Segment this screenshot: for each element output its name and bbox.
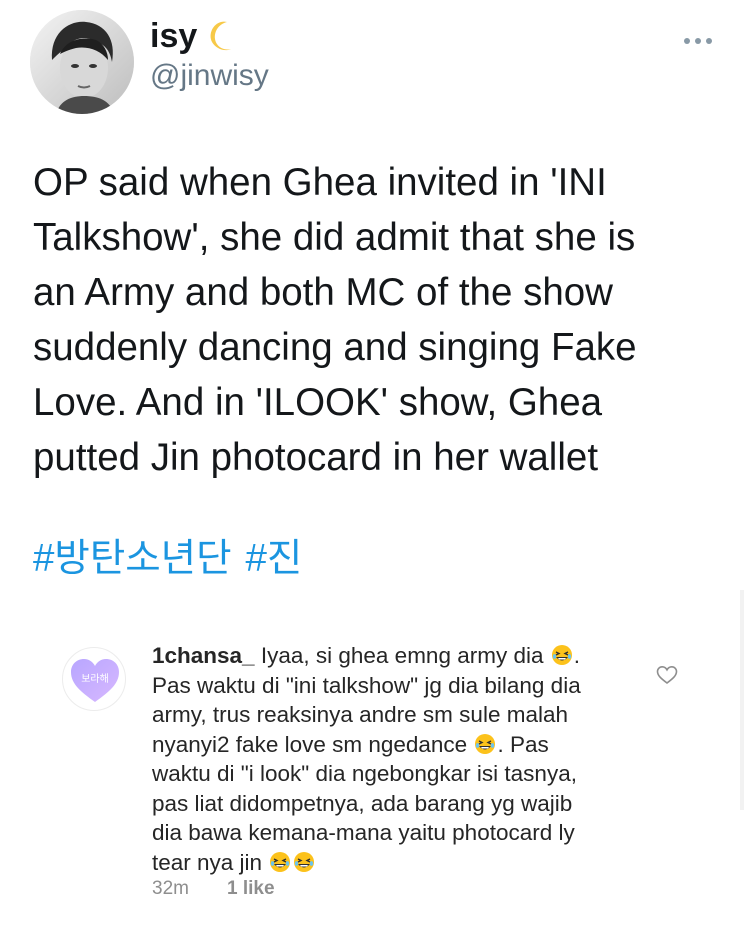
crescent-moon-icon bbox=[210, 21, 232, 51]
more-dots-icon[interactable] bbox=[682, 36, 714, 46]
comment-line-text: Iyaa, si ghea emng army dia bbox=[260, 643, 544, 668]
tweet-text: OP said when Ghea invited in 'INI Talksh… bbox=[33, 155, 723, 485]
laughing-emoji-icon bbox=[269, 851, 291, 873]
author-handle[interactable]: @jinwisy bbox=[150, 58, 269, 94]
commenter-avatar[interactable]: 보라해 bbox=[62, 647, 126, 711]
author-name-row: isy bbox=[150, 16, 241, 56]
comment-username[interactable]: 1chansa_ bbox=[152, 643, 255, 668]
heart-outline-icon[interactable] bbox=[656, 665, 678, 685]
comment-line: Pas waktu di "ini talkshow" jg dia bilan… bbox=[152, 672, 581, 698]
comment-line: army, trus reaksinya andre sm sule malah bbox=[152, 702, 568, 727]
comment-line: 1chansa_ Iyaa, si ghea emng army dia . bbox=[152, 641, 652, 671]
tweet-text-line: suddenly dancing and singing Fake bbox=[33, 326, 637, 369]
tweet-text-line: an Army and both MC of the show bbox=[33, 271, 613, 314]
tweet-text-line: putted Jin photocard in her wallet bbox=[33, 436, 599, 479]
laughing-emoji-icon bbox=[293, 851, 315, 873]
comment-text: 1chansa_ Iyaa, si ghea emng army dia . P… bbox=[152, 641, 652, 877]
tweet-text-line: Love. And in 'ILOOK' show, Ghea bbox=[33, 381, 603, 424]
comment-line: tear nya jin bbox=[152, 848, 652, 878]
comment-line: dia bawa kemana-mana yaitu photocard ly bbox=[152, 820, 575, 845]
profile-avatar[interactable] bbox=[30, 10, 134, 114]
comment-line: waktu di "i look" dia ngebongkar isi tas… bbox=[152, 761, 577, 786]
comment-line-text: tear nya jin bbox=[152, 849, 263, 875]
avatar-photo bbox=[30, 10, 134, 114]
laughing-emoji-icon bbox=[551, 644, 573, 666]
hashtag-row: #방탄소년단 #진 bbox=[33, 535, 302, 583]
hashtag-jin[interactable]: #진 bbox=[246, 535, 303, 583]
avatar-caption: 보라해 bbox=[81, 674, 109, 685]
comment-line: nyanyi2 fake love sm ngedance . Pas bbox=[152, 730, 652, 760]
comment-line: pas liat didompetnya, ada barang yg waji… bbox=[152, 790, 573, 816]
comment-likes[interactable]: 1 like bbox=[227, 878, 275, 900]
embedded-comment: 보라해 1chansa_ Iyaa, si ghea emng army dia… bbox=[0, 625, 750, 925]
tweet-card: isy @jinwisy OP said when Ghea invited i… bbox=[0, 0, 750, 940]
display-name[interactable]: isy bbox=[150, 16, 197, 56]
tweet-text-line: OP said when Ghea invited in 'INI bbox=[33, 161, 607, 204]
tweet-text-line: Talkshow', she did admit that she is bbox=[33, 216, 636, 259]
comment-meta: 32m 1 like bbox=[152, 878, 275, 900]
comment-time: 32m bbox=[152, 878, 189, 899]
hashtag-bts[interactable]: #방탄소년단 bbox=[33, 535, 232, 583]
comment-line-text: . Pas bbox=[497, 731, 549, 757]
comment-line-text: nyanyi2 fake love sm ngedance bbox=[152, 731, 468, 757]
laughing-emoji-icon bbox=[474, 733, 496, 755]
comment-line-text: . bbox=[573, 643, 581, 668]
